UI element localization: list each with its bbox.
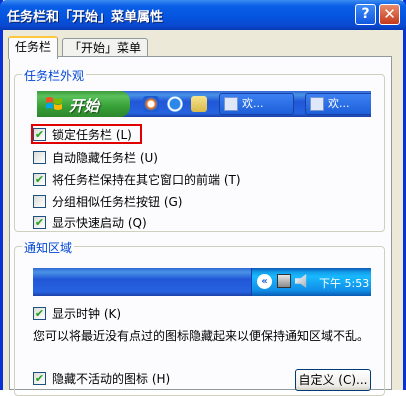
quick-launch-checkbox[interactable]: ✔ — [33, 216, 46, 229]
notification-info-text: 您可以将最近没有点过的图标隐藏起来以便保持通知区域不乱。 — [33, 329, 370, 343]
tab-start-menu[interactable]: 「开始」菜单 — [62, 38, 149, 58]
show-hidden-icons-chevron: « — [257, 274, 272, 289]
window-icon — [224, 97, 238, 111]
help-button[interactable]: ? — [355, 4, 376, 25]
title-bar[interactable]: 任务栏和「开始」菜单属性 ? ✕ — [0, 0, 406, 30]
highlight-box — [31, 124, 142, 144]
tab-taskbar[interactable]: 任务栏 — [8, 36, 59, 59]
show-clock-label: 显示时钟 (K) — [52, 307, 122, 321]
folder-icon — [191, 96, 207, 112]
start-label: 开始 — [69, 97, 100, 115]
system-tray-preview: « 下午 5:53 — [251, 268, 371, 296]
media-player-icon — [143, 96, 159, 112]
keep-on-top-checkbox[interactable]: ✔ — [33, 173, 46, 186]
auto-hide-label: 自动隐藏任务栏 (U) — [52, 151, 158, 165]
notification-area-label: 通知区域 — [22, 239, 75, 256]
hide-inactive-icons-label: 隐藏不活动的图标 (H) — [52, 372, 171, 386]
auto-hide-checkbox[interactable] — [33, 151, 46, 164]
hide-inactive-icons-checkbox[interactable]: ✔ — [33, 372, 46, 385]
task-label: 欢... — [242, 97, 264, 110]
window-title: 任务栏和「开始」菜单属性 — [7, 10, 164, 25]
group-buttons-checkbox[interactable] — [33, 195, 46, 208]
taskbar-appearance-label: 任务栏外观 — [22, 67, 87, 84]
window-icon — [310, 97, 324, 111]
volume-icon — [295, 274, 307, 288]
internet-explorer-icon — [167, 96, 183, 112]
notification-area-preview: « 下午 5:53 — [33, 268, 371, 296]
customize-button[interactable]: 自定义 (C)... — [295, 369, 371, 391]
network-icon — [277, 274, 291, 288]
close-button[interactable]: ✕ — [379, 4, 400, 25]
clock-preview: 下午 5:53 — [319, 277, 370, 290]
task-label: 欢... — [328, 97, 350, 110]
taskbar-preview: 开始 欢... 欢... — [37, 91, 371, 117]
taskbar-button-preview: 欢... — [219, 93, 294, 115]
taskbar-button-preview: 欢... — [305, 93, 371, 115]
quick-launch-label: 显示快速启动 (Q) — [52, 216, 147, 230]
keep-on-top-label: 将任务栏保持在其它窗口的前端 (T) — [52, 173, 241, 187]
start-button-preview: 开始 — [37, 91, 130, 117]
windows-logo-icon — [46, 97, 62, 110]
show-clock-checkbox[interactable]: ✔ — [33, 307, 46, 320]
group-buttons-label: 分组相似任务栏按钮 (G) — [52, 195, 183, 209]
